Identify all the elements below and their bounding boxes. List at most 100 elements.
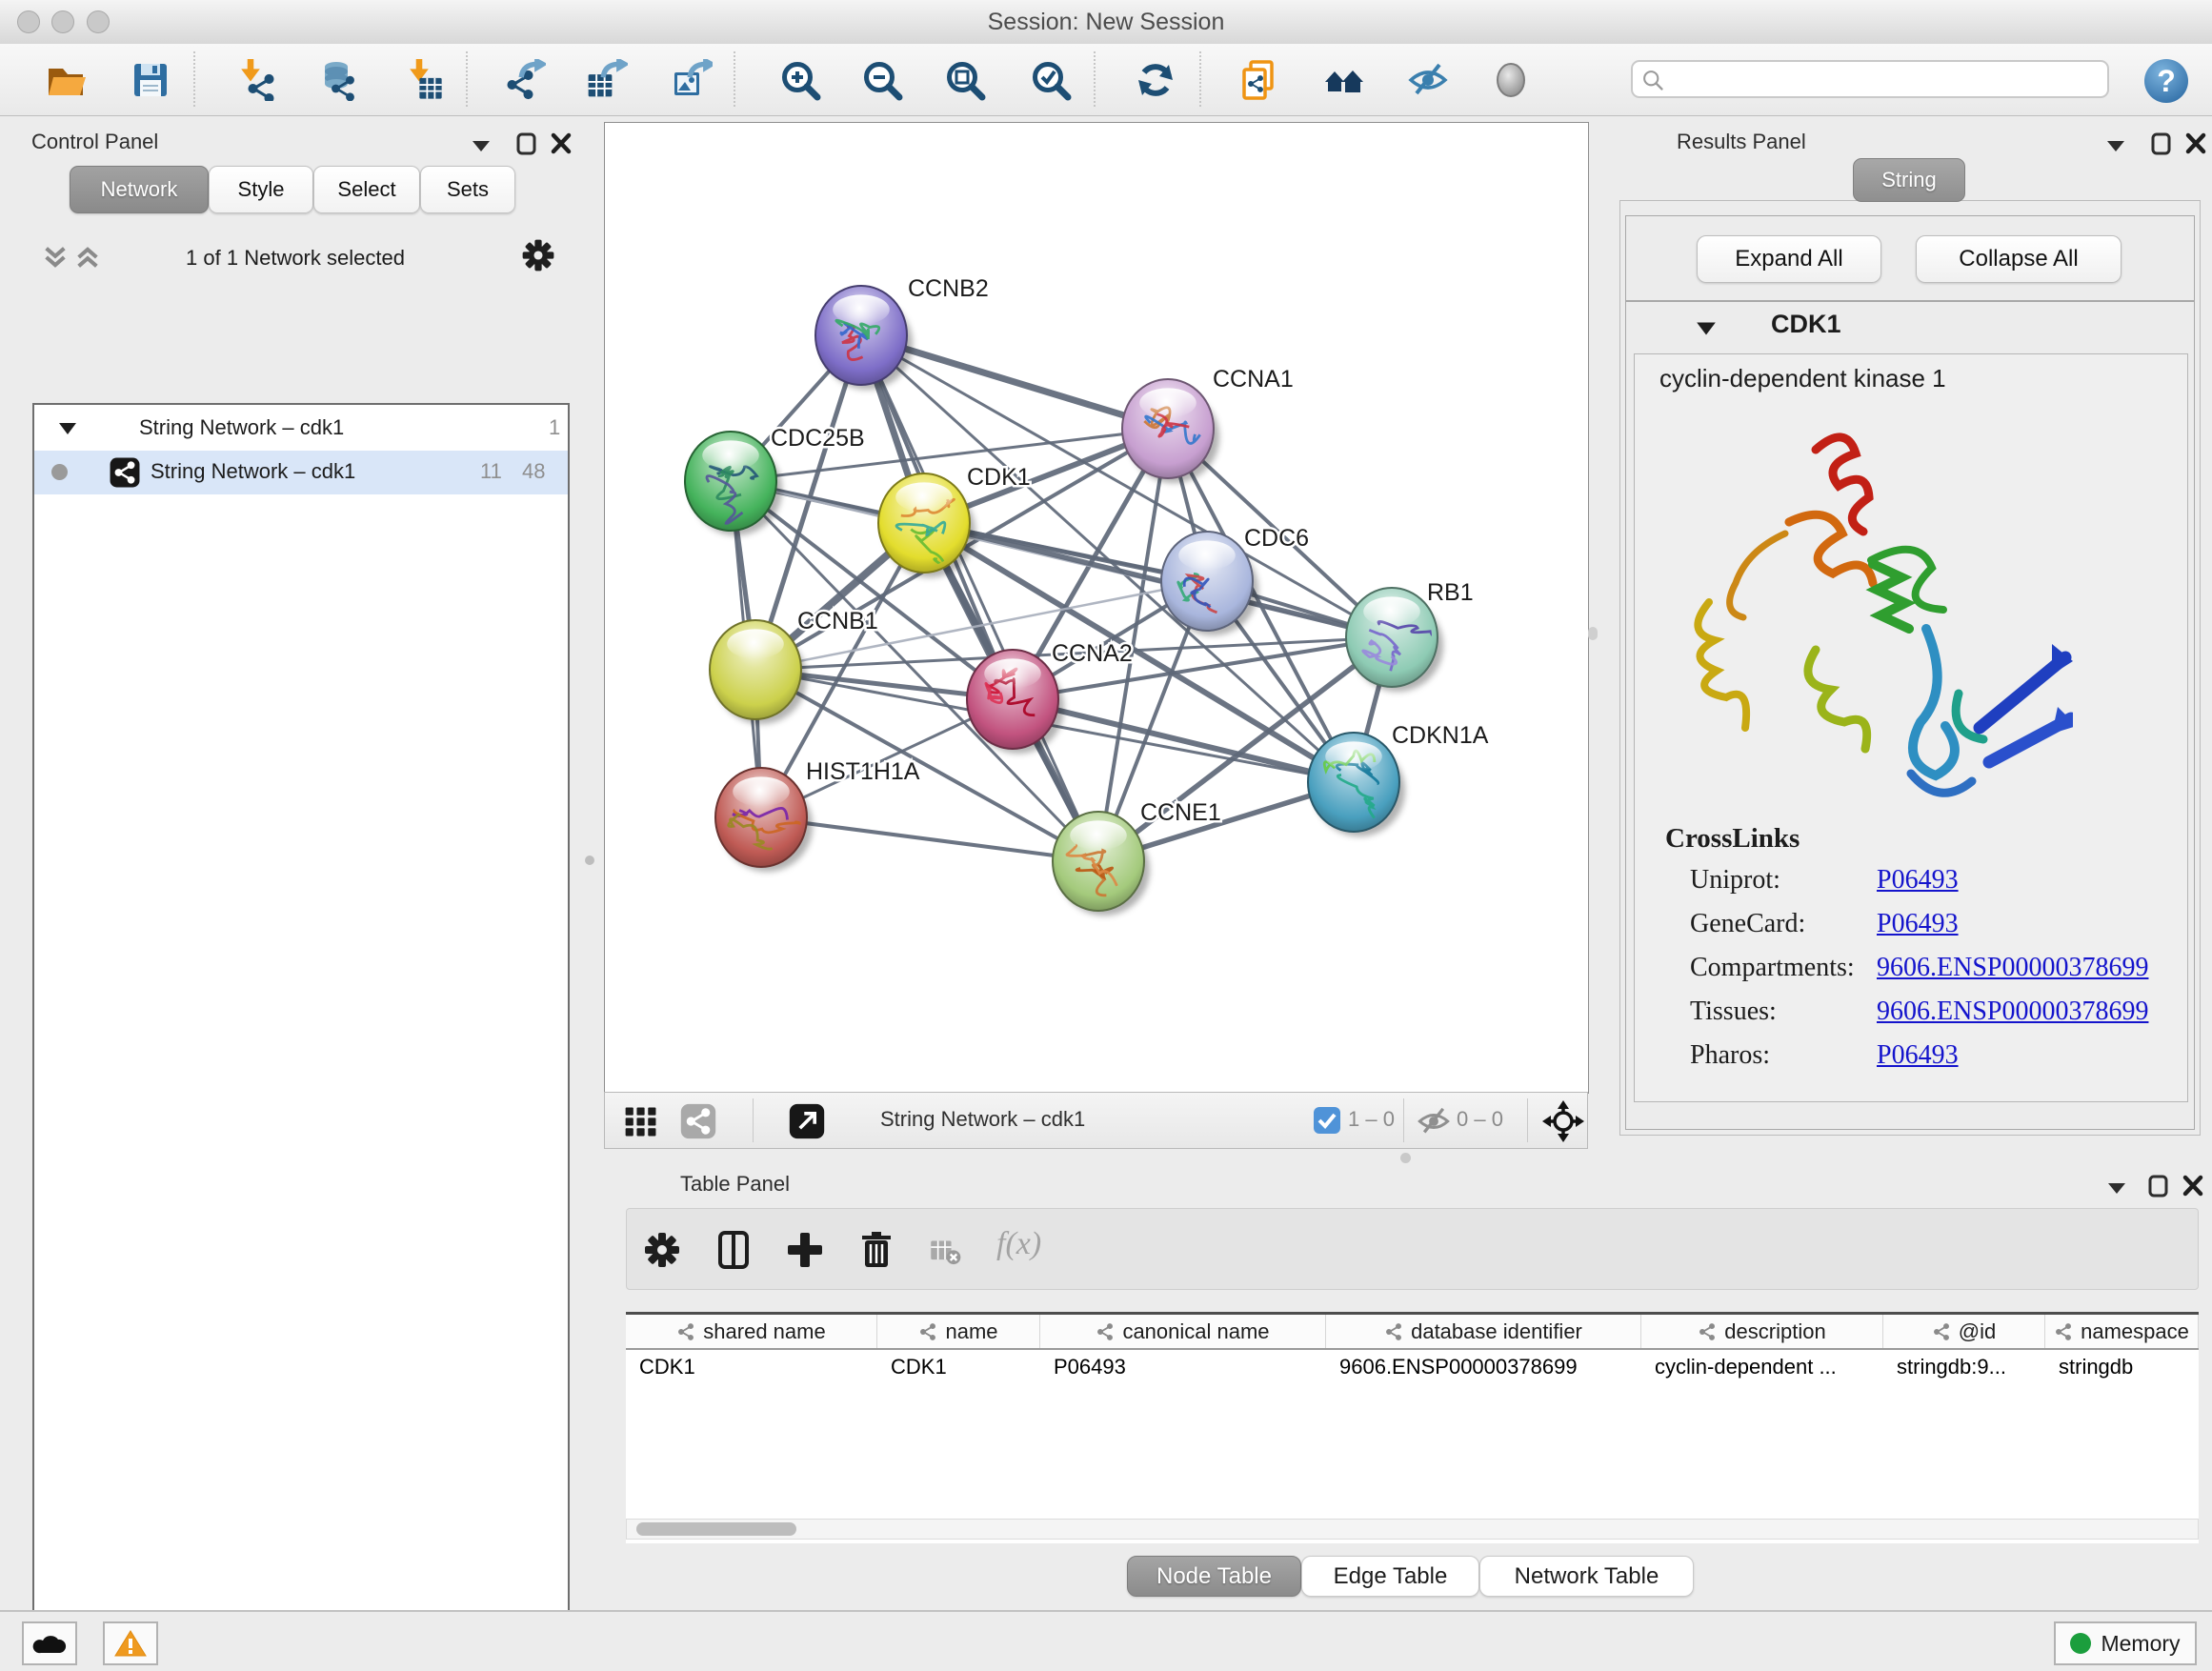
clone-network-button[interactable]	[1239, 59, 1281, 101]
column-header[interactable]: database identifier	[1326, 1315, 1641, 1348]
table-cell[interactable]: 9606.ENSP00000378699	[1326, 1350, 1641, 1385]
hidden-count-label: 0 – 0	[1457, 1107, 1503, 1132]
network-canvas[interactable]: CCNB2CCNA1CDC25BCDK1CDC6RB1CCNB1CCNA2CDK…	[604, 122, 1589, 1094]
table-cell[interactable]: CDK1	[626, 1350, 877, 1385]
float-panel-icon[interactable]	[2144, 1174, 2173, 1198]
panel-menu-icon[interactable]	[467, 133, 495, 158]
results-tab-string[interactable]: String	[1853, 158, 1965, 202]
tree-expand-icon[interactable]	[57, 420, 78, 437]
node-HIST1H1A[interactable]: HIST1H1A	[715, 758, 920, 872]
tab-style[interactable]: Style	[209, 166, 313, 213]
cloud-status-button[interactable]	[22, 1621, 77, 1665]
zoom-selected-button[interactable]	[1030, 59, 1072, 101]
title-bar[interactable]: Session: New Session	[0, 0, 2212, 45]
birdseye-grid-icon[interactable]	[622, 1102, 660, 1140]
table-cell[interactable]: CDK1	[877, 1350, 1040, 1385]
memory-button[interactable]: Memory	[2054, 1621, 2197, 1665]
help-button[interactable]: ?	[2142, 57, 2190, 105]
show-columns-icon[interactable]	[713, 1229, 754, 1271]
close-panel-icon[interactable]	[547, 131, 575, 156]
table-cell[interactable]: cyclin-dependent ...	[1641, 1350, 1883, 1385]
show-all-button[interactable]	[1490, 59, 1532, 101]
node-CCNE1[interactable]: CCNE1	[1053, 799, 1221, 916]
column-header[interactable]: shared name	[626, 1315, 877, 1348]
tab-network-table[interactable]: Network Table	[1479, 1556, 1694, 1597]
table-row[interactable]: CDK1CDK1P064939606.ENSP00000378699cyclin…	[626, 1350, 2199, 1385]
expand-all-icon[interactable]	[74, 244, 101, 271]
tab-node-table[interactable]: Node Table	[1127, 1556, 1301, 1597]
search-input[interactable]	[1631, 60, 2109, 98]
panel-menu-icon[interactable]	[2101, 133, 2130, 158]
scrollbar-thumb[interactable]	[636, 1522, 796, 1536]
node-CCNA1[interactable]: CCNA1	[1122, 366, 1294, 483]
float-panel-icon[interactable]	[2147, 131, 2176, 156]
tab-edge-table[interactable]: Edge Table	[1301, 1556, 1479, 1597]
gene-collapse-icon[interactable]	[1695, 319, 1718, 338]
zoom-in-button[interactable]	[779, 59, 821, 101]
table-horizontal-scrollbar[interactable]	[626, 1519, 2199, 1540]
collapse-all-button[interactable]: Collapse All	[1916, 235, 2122, 283]
import-network-from-database-button[interactable]	[317, 59, 359, 101]
tab-sets[interactable]: Sets	[420, 166, 515, 213]
column-header[interactable]: name	[877, 1315, 1040, 1348]
float-panel-icon[interactable]	[513, 131, 541, 156]
refresh-view-button[interactable]	[1135, 59, 1176, 101]
table-options-gear-icon[interactable]	[641, 1229, 683, 1271]
protein-structure-image	[1673, 412, 2073, 831]
crosslink-pharos-link[interactable]: P06493	[1877, 1040, 1959, 1070]
expand-all-button[interactable]: Expand All	[1697, 235, 1881, 283]
export-network-button[interactable]	[504, 59, 546, 101]
right-splitter-handle[interactable]	[1588, 627, 1598, 640]
network-collection-row[interactable]: String Network – cdk1 1	[34, 407, 568, 451]
table-cell[interactable]: stringdb	[2045, 1350, 2199, 1385]
crosslink-row: Compartments:	[1690, 953, 1855, 983]
crosslink-compartments-link[interactable]: 9606.ENSP00000378699	[1877, 953, 2148, 982]
zoom-out-button[interactable]	[861, 59, 903, 101]
close-panel-icon[interactable]	[2182, 131, 2210, 156]
tab-select[interactable]: Select	[313, 166, 420, 213]
open-session-button[interactable]	[46, 59, 88, 101]
node-CDC25B[interactable]: CDC25B	[685, 425, 865, 535]
node-CDC6[interactable]: CDC6	[1161, 525, 1309, 635]
node-table[interactable]: shared namenamecanonical namedatabase id…	[626, 1312, 2199, 1543]
table-cell[interactable]: stringdb:9...	[1883, 1350, 2045, 1385]
hide-selected-button[interactable]	[1407, 59, 1449, 101]
export-image-button[interactable]	[671, 59, 713, 101]
node-layer[interactable]: CCNB2CCNA1CDC25BCDK1CDC6RB1CCNB1CCNA2CDK…	[685, 275, 1489, 916]
warnings-button[interactable]	[103, 1621, 158, 1665]
crosslink-genecard-link[interactable]: P06493	[1877, 909, 1959, 938]
collapse-all-icon[interactable]	[42, 244, 69, 271]
edge-CDK1-RB1[interactable]	[924, 523, 1392, 637]
crosslink-tissues-link[interactable]: 9606.ENSP00000378699	[1877, 997, 2148, 1026]
node-table-header[interactable]: shared namenamecanonical namedatabase id…	[626, 1315, 2199, 1350]
delete-column-trash-icon[interactable]	[855, 1229, 897, 1271]
export-table-button[interactable]	[586, 59, 628, 101]
crosslink-row: Pharos:	[1690, 1040, 1770, 1071]
first-neighbors-button[interactable]	[1323, 59, 1365, 101]
table-cell[interactable]: P06493	[1040, 1350, 1326, 1385]
column-header[interactable]: description	[1641, 1315, 1883, 1348]
close-panel-icon[interactable]	[2179, 1174, 2207, 1198]
left-splitter-handle[interactable]	[585, 856, 594, 865]
pan-crosshair-icon[interactable]	[1542, 1100, 1584, 1142]
import-network-button[interactable]	[237, 59, 279, 101]
column-header[interactable]: namespace	[2045, 1315, 2199, 1348]
string-style-icon[interactable]	[679, 1102, 717, 1140]
save-session-button[interactable]	[130, 59, 171, 101]
create-column-icon[interactable]	[784, 1229, 826, 1271]
column-header[interactable]: @id	[1883, 1315, 2045, 1348]
network-row-selected[interactable]: String Network – cdk1 11 48	[34, 451, 568, 494]
column-header[interactable]: canonical name	[1040, 1315, 1326, 1348]
network-graph[interactable]: CCNB2CCNA1CDC25BCDK1CDC6RB1CCNB1CCNA2CDK…	[605, 123, 1588, 1093]
crosslink-uniprot-link[interactable]: P06493	[1877, 865, 1959, 895]
tab-network[interactable]: Network	[70, 166, 209, 213]
network-options-gear-icon[interactable]	[519, 236, 557, 274]
import-table-button[interactable]	[404, 59, 446, 101]
node-RB1[interactable]: RB1	[1346, 579, 1474, 692]
panel-menu-icon[interactable]	[2102, 1176, 2131, 1200]
node-CCNB2[interactable]: CCNB2	[815, 275, 989, 390]
zoom-fit-button[interactable]	[944, 59, 986, 101]
node-CDKN1A[interactable]: CDKN1A	[1308, 722, 1489, 836]
open-in-string-icon[interactable]	[788, 1102, 826, 1140]
selected-checkbox[interactable]	[1314, 1107, 1340, 1134]
